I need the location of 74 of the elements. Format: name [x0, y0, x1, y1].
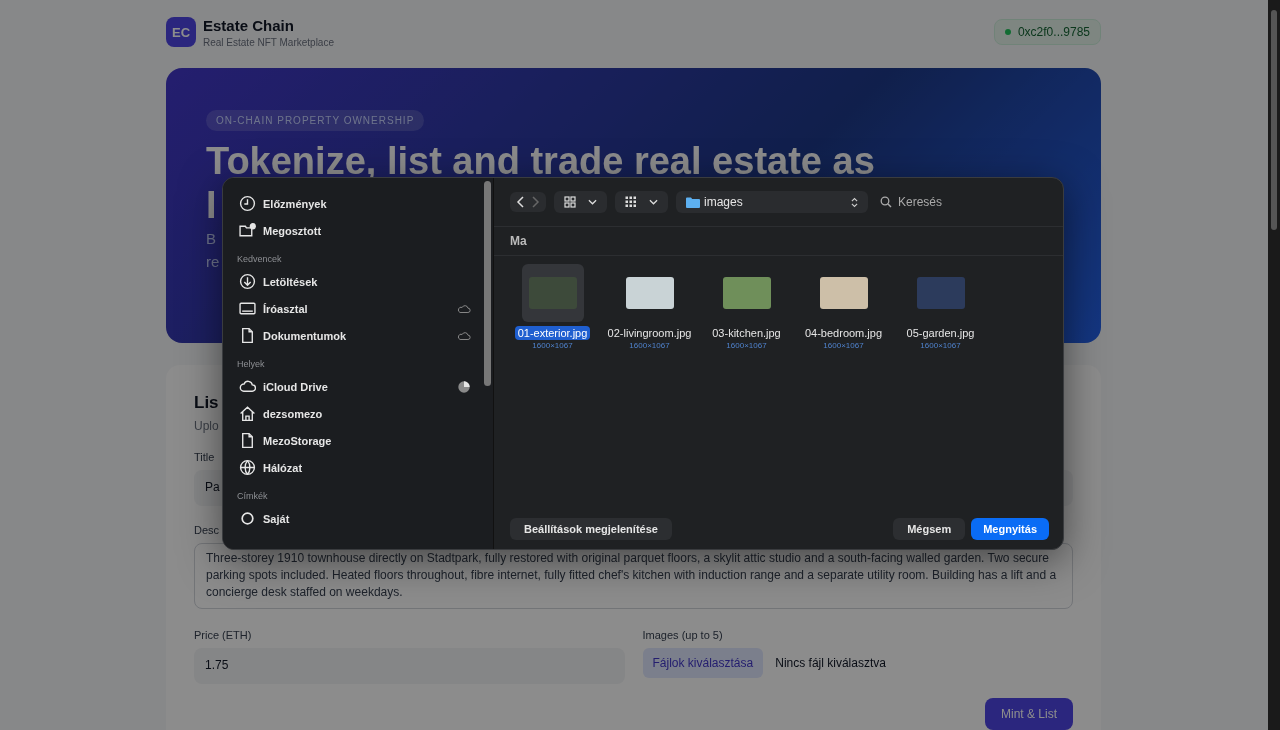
- sidebar-heading: Címkék: [237, 491, 269, 501]
- page-scrollbar[interactable]: [1268, 0, 1280, 730]
- desktop-icon: [239, 300, 256, 317]
- sidebar-heading: Helyek: [237, 359, 266, 369]
- open-button[interactable]: Megnyitás: [971, 518, 1049, 540]
- photo-placeholder: [916, 277, 965, 309]
- caret-icon: [588, 199, 597, 205]
- sidebar-heading: Kedvencek: [237, 254, 283, 264]
- group-mode-button[interactable]: [615, 191, 668, 213]
- cancel-button[interactable]: Mégsem: [893, 518, 966, 540]
- view-mode-button[interactable]: [554, 191, 607, 213]
- location-dropdown[interactable]: images: [676, 191, 868, 213]
- field-label: Price (ETH): [194, 629, 252, 641]
- wallet-chip[interactable]: 0xc2f0...9785: [993, 19, 1101, 45]
- field-label: Images (up to 5): [642, 629, 723, 641]
- sidebar-item[interactable]: Letöltések: [237, 268, 474, 295]
- search-field[interactable]: Keresés: [896, 194, 1000, 210]
- search-icon: [880, 196, 892, 208]
- document-icon: [239, 327, 256, 344]
- document-icon: [239, 432, 256, 449]
- stepper-icon: [851, 196, 858, 208]
- photo-placeholder: [722, 277, 771, 309]
- sidebar-item[interactable]: Dokumentumok: [237, 322, 474, 349]
- form-subtitle: Uplo: [194, 419, 220, 433]
- folder-icon: [686, 196, 700, 208]
- sidebar-item[interactable]: Saját: [237, 505, 474, 532]
- app-subtitle: Real Estate NFT Marketplace: [203, 36, 334, 48]
- cloud-icon: [239, 378, 256, 395]
- navigation-buttons[interactable]: [510, 192, 546, 212]
- choose-files-button[interactable]: Fájlok kiválasztása: [642, 648, 764, 678]
- hero-description: B: [206, 229, 216, 249]
- form-title: Lis: [194, 393, 220, 413]
- image-dimensions: 1600×1067: [629, 341, 670, 350]
- globe-icon: [239, 459, 256, 476]
- hero-title: I: [206, 183, 217, 227]
- image-dimensions: 1600×1067: [726, 341, 767, 350]
- sidebar-item[interactable]: iCloud Drive: [237, 373, 474, 400]
- sidebar-item[interactable]: dezsomezo: [237, 400, 474, 427]
- file-name[interactable]: 05-garden.jpg: [903, 326, 978, 340]
- hero-description: re: [206, 252, 220, 272]
- shared-folder-icon: [239, 222, 256, 239]
- photo-placeholder: [819, 277, 868, 309]
- photo-placeholder: [625, 277, 674, 309]
- mint-list-button[interactable]: Mint & List: [985, 698, 1073, 730]
- logo-badge: EC: [166, 17, 196, 47]
- app-title: Estate Chain: [203, 16, 295, 34]
- image-dimensions: 1600×1067: [532, 341, 573, 350]
- clock-icon: [239, 195, 256, 212]
- show-options-button[interactable]: Beállítások megjelenítése: [510, 518, 672, 540]
- sidebar-item[interactable]: Előzmények: [237, 190, 474, 217]
- file-name[interactable]: 02-livingroom.jpg: [604, 326, 695, 340]
- caret-icon: [649, 199, 658, 205]
- home-icon: [239, 405, 256, 422]
- file-name[interactable]: 01-exterior.jpg: [514, 326, 591, 340]
- sidebar-item[interactable]: MezoStorage: [237, 427, 474, 454]
- back-icon[interactable]: [516, 196, 526, 208]
- thumbnail-frame[interactable]: [521, 264, 584, 322]
- sidebar-item[interactable]: Íróasztal: [237, 295, 474, 322]
- image-dimensions: 1600×1067: [920, 341, 961, 350]
- grid-icon: [564, 196, 576, 208]
- file-name[interactable]: 03-kitchen.jpg: [709, 326, 784, 340]
- price-field[interactable]: 1.75: [194, 648, 625, 684]
- circle-icon: [239, 510, 256, 527]
- download-icon: [239, 273, 256, 290]
- hero-title: Tokenize, list and trade real estate as: [206, 139, 875, 183]
- grid-icon: [625, 196, 637, 208]
- sidebar-item[interactable]: Megosztott: [237, 217, 474, 244]
- image-dimensions: 1600×1067: [823, 341, 864, 350]
- field-label: Title: [194, 451, 215, 463]
- sidebar-item[interactable]: Hálózat: [237, 454, 474, 481]
- field-label: Desc: [194, 524, 220, 536]
- file-name[interactable]: 04-bedroom.jpg: [801, 326, 886, 340]
- group-heading: Ma: [494, 227, 1063, 256]
- file-status: Nincs fájl kiválasztva: [775, 656, 886, 670]
